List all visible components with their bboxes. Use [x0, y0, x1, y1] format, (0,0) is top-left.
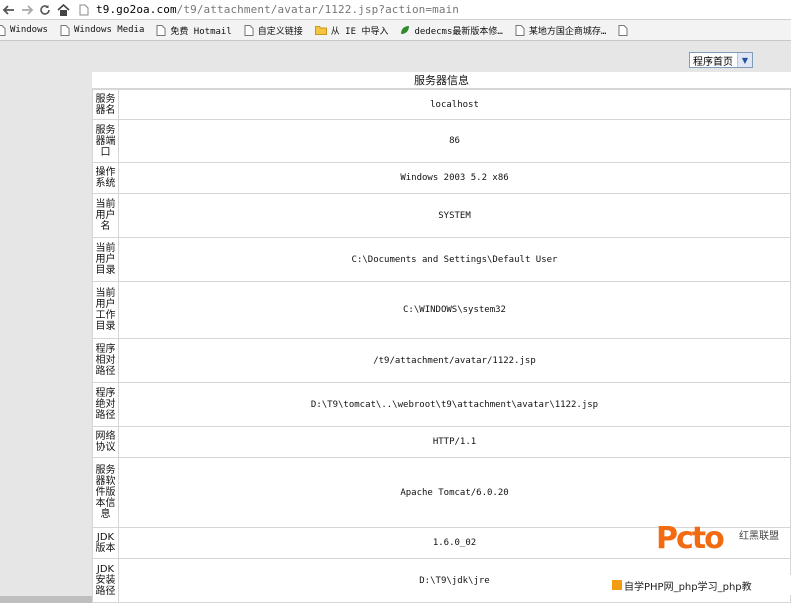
bookmark-item[interactable]: 免费 Hotmail: [156, 24, 232, 37]
watermark-bar-text: 自学PHP网_php学习_php教: [624, 581, 752, 593]
row-value: 86: [118, 119, 791, 163]
bookmark-item[interactable]: 某地方国企商城存…: [515, 24, 606, 37]
bookmark-label: 某地方国企商城存…: [528, 26, 607, 37]
watermark: Pcto 红黑联盟 自学PHP网_php学习_php教: [612, 521, 791, 596]
page-icon: [618, 24, 632, 36]
table-row: 程序相对路径/t9/attachment/avatar/1122.jsp: [92, 338, 791, 383]
row-value: Apache Tomcat/6.0.20: [118, 457, 791, 528]
bookmarks-bar: Windows Windows Media 免费 Hotmail 自定义链接 从 IE …: [0, 20, 791, 41]
url-path: /t9/attachment/avatar/1122.jsp?action=ma…: [176, 3, 460, 16]
table-row: 服务器端口 86: [92, 119, 791, 163]
home-button[interactable]: [54, 1, 72, 19]
bookmark-item[interactable]: Windows: [0, 24, 48, 36]
row-label: 服务器软件版本信息: [92, 457, 119, 528]
forward-button[interactable]: [18, 1, 36, 19]
watermark-tag: 红黑联盟: [739, 531, 779, 542]
row-value: Windows 2003 5.2 x86: [118, 162, 791, 194]
page-icon: [79, 4, 89, 15]
panel-caption: 服务器信息: [92, 72, 791, 89]
bookmark-label: 从 IE 中导入: [330, 26, 389, 37]
page-icon: [0, 24, 10, 36]
arrow-left-icon: [3, 4, 14, 15]
row-value: C:\Documents and Settings\Default User: [118, 237, 791, 282]
bookmark-label: Windows Media: [73, 25, 145, 35]
table-row: 操作系统 Windows 2003 5.2 x86: [92, 162, 791, 194]
page-icon: [60, 24, 74, 36]
bookmark-item[interactable]: [618, 24, 632, 36]
row-value: D:\T9\tomcat\..\webroot\t9\attachment\av…: [118, 382, 791, 427]
folder-icon: [314, 25, 331, 35]
table-row: 服务器软件版本信息 Apache Tomcat/6.0.20: [92, 457, 791, 528]
row-label: 服务器名: [92, 89, 119, 120]
select-value: 程序首页: [693, 56, 733, 68]
table-row: 程序绝对路径 D:\T9\tomcat\..\webroot\t9\attachm…: [92, 382, 791, 427]
page-content: 程序首页 ▼ 服务器信息 服务器名 localhost 服务器端口 86 操作系统 Win…: [0, 41, 791, 603]
page-icon: [244, 24, 258, 36]
bookmark-item[interactable]: Windows Media: [60, 24, 145, 36]
row-label: 服务器端口: [92, 119, 119, 163]
bookmark-label: 免费 Hotmail: [170, 26, 232, 37]
url-host: t9.go2oa.com: [96, 3, 177, 16]
arrow-right-icon: [22, 4, 33, 15]
row-label: 当前用户工作目录: [92, 281, 119, 339]
green-leaf-icon: [400, 25, 414, 35]
row-label: 程序绝对路径: [92, 382, 119, 427]
table-row: 当前用户工作目录 C:\WINDOWS\system32: [92, 281, 791, 339]
row-label: 操作系统: [92, 162, 119, 194]
watermark-logo: Pcto: [656, 521, 725, 556]
bookmark-label: Windows: [10, 25, 48, 35]
page-icon: [515, 24, 529, 36]
row-value: HTTP/1.1: [118, 426, 791, 458]
address-bar: t9.go2oa.com/t9/attachment/avatar/1122.j…: [0, 0, 791, 20]
row-value: localhost: [118, 89, 791, 120]
row-value: C:\WINDOWS\system32: [118, 281, 791, 339]
page-icon: [156, 24, 170, 36]
row-value: SYSTEM: [118, 193, 791, 238]
reload-button[interactable]: [36, 1, 54, 19]
row-label: 网络协议: [92, 426, 119, 458]
bookmark-label: 自定义链接: [257, 26, 303, 37]
table-row: 网络协议 HTTP/1.1: [92, 426, 791, 458]
row-label: 当前用户名: [92, 193, 119, 238]
bookmark-item[interactable]: 从 IE 中导入: [314, 24, 389, 37]
back-button[interactable]: [0, 1, 18, 19]
home-icon: [56, 3, 70, 16]
watermark-bar: 自学PHP网_php学习_php教: [612, 575, 791, 595]
table-row: 当前用户名 SYSTEM: [92, 193, 791, 238]
reload-icon: [40, 4, 50, 15]
row-label: 程序相对路径: [92, 338, 119, 383]
url-field[interactable]: t9.go2oa.com/t9/attachment/avatar/1122.j…: [96, 3, 459, 16]
table-row: 服务器名 localhost: [92, 89, 791, 120]
bookmark-item[interactable]: 自定义链接: [244, 24, 303, 37]
row-value: /t9/attachment/avatar/1122.jsp: [118, 338, 791, 383]
program-home-select[interactable]: 程序首页 ▼: [689, 52, 753, 68]
bookmark-label: dedecms最新版本修…: [414, 26, 503, 37]
php-logo-icon: [612, 580, 622, 590]
row-label: JDK版本: [92, 527, 119, 559]
chevron-down-icon[interactable]: ▼: [737, 53, 752, 67]
table-row: 当前用户目录 C:\Documents and Settings\Default …: [92, 237, 791, 282]
bookmark-item[interactable]: dedecms最新版本修…: [400, 24, 503, 37]
row-label: 当前用户目录: [92, 237, 119, 282]
